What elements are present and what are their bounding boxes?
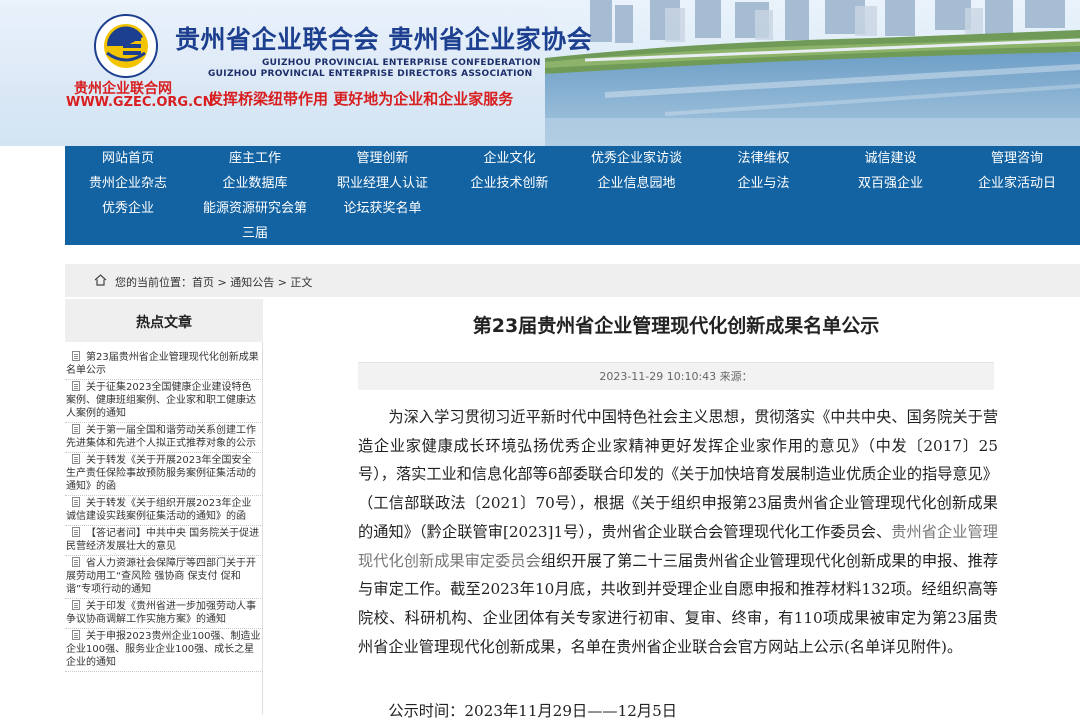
document-icon bbox=[72, 630, 80, 640]
nav-column-8: 管理咨询 企业家活动日 bbox=[954, 146, 1080, 245]
nav-link-main-work[interactable]: 座主工作 bbox=[191, 146, 319, 171]
nav-column-5: 优秀企业家访谈 企业信息园地 bbox=[573, 146, 700, 245]
document-icon bbox=[72, 424, 80, 434]
article-paragraph-1: 为深入学习贯彻习近平新时代中国特色社会主义思想，贯彻落实《中共中央、国务院关于营… bbox=[358, 403, 998, 661]
document-icon bbox=[72, 600, 80, 610]
nav-link-magazine[interactable]: 贵州企业杂志 bbox=[65, 171, 191, 196]
nav-column-7: 诚信建设 双百强企业 bbox=[827, 146, 954, 245]
org-name-cn: 贵州省企业联合会 贵州省企业家协会 bbox=[175, 25, 593, 54]
org-logo bbox=[94, 14, 158, 78]
slogan: 发挥桥梁纽带作用 更好地为企业和企业家服务 bbox=[208, 90, 514, 108]
org-name-en-1: GUIZHOU PROVINCIAL ENTERPRISE CONFEDERAT… bbox=[262, 58, 541, 68]
hot-article-item[interactable]: 关于转发《关于开展2023年全国安全生产责任保险事故预防服务案例征集活动的通知》… bbox=[65, 453, 263, 496]
nav-link-interviews[interactable]: 优秀企业家访谈 bbox=[573, 146, 700, 171]
site-banner: 贵州省企业联合会 贵州省企业家协会 GUIZHOU PROVINCIAL ENT… bbox=[0, 0, 1080, 146]
article-title: 第23届贵州省企业管理现代化创新成果名单公示 bbox=[472, 315, 880, 337]
nav-link-energy-research-cont[interactable]: 三届 bbox=[191, 221, 319, 246]
hot-articles-sidebar: 热点文章 第23届贵州省企业管理现代化创新成果名单公示 关于征集2023全国健康… bbox=[65, 299, 263, 714]
main-nav: 网站首页 贵州企业杂志 优秀企业 座主工作 企业数据库 能源资源研究会第 三届 … bbox=[65, 146, 1080, 245]
hot-articles-list: 第23届贵州省企业管理现代化创新成果名单公示 关于征集2023全国健康企业建设特… bbox=[65, 350, 263, 672]
nav-link-info-garden[interactable]: 企业信息园地 bbox=[573, 171, 700, 196]
nav-link-legal-rights[interactable]: 法律维权 bbox=[700, 146, 827, 171]
document-icon bbox=[72, 557, 80, 567]
hot-article-item[interactable]: 关于第一届全国和谐劳动关系创建工作先进集体和先进个人拟正式推荐对象的公示 bbox=[65, 423, 263, 453]
nav-column-3: 管理创新 职业经理人认证 论坛获奖名单 bbox=[319, 146, 446, 245]
nav-link-home[interactable]: 网站首页 bbox=[65, 146, 191, 171]
hot-article-item[interactable]: 第23届贵州省企业管理现代化创新成果名单公示 bbox=[65, 350, 263, 380]
hot-article-item[interactable]: 【答记者问】中共中央 国务院关于促进民营经济发展壮大的意见 bbox=[65, 526, 263, 556]
nav-link-forum-awards[interactable]: 论坛获奖名单 bbox=[319, 196, 446, 221]
document-icon bbox=[72, 381, 80, 391]
nav-link-tech-innovation[interactable]: 企业技术创新 bbox=[446, 171, 573, 196]
city-river-scene bbox=[545, 0, 1080, 146]
article-paragraph-2: 公示时间：2023年11月29日——12月5日 bbox=[388, 702, 677, 720]
nav-link-management-innovation[interactable]: 管理创新 bbox=[319, 146, 446, 171]
nav-link-entrepreneur-day[interactable]: 企业家活动日 bbox=[954, 171, 1080, 196]
nav-link-energy-research[interactable]: 能源资源研究会第 bbox=[191, 196, 319, 221]
hot-article-item[interactable]: 关于征集2023全国健康企业建设特色案例、健康班组案例、企业家和职工健康达人案例… bbox=[65, 380, 263, 423]
nav-link-culture[interactable]: 企业文化 bbox=[446, 146, 573, 171]
nav-link-integrity[interactable]: 诚信建设 bbox=[827, 146, 954, 171]
nav-link-consulting[interactable]: 管理咨询 bbox=[954, 146, 1080, 171]
document-icon bbox=[72, 527, 80, 537]
nav-link-manager-cert[interactable]: 职业经理人认证 bbox=[319, 171, 446, 196]
hot-article-item[interactable]: 关于申报2023贵州企业100强、制造业企业100强、服务业企业100强、成长之… bbox=[65, 629, 263, 672]
nav-column-2: 座主工作 企业数据库 能源资源研究会第 三届 bbox=[191, 146, 319, 245]
hot-article-item[interactable]: 关于印发《贵州省进一步加强劳动人事争议协商调解工作实施方案》的通知 bbox=[65, 599, 263, 629]
document-icon bbox=[72, 454, 80, 464]
nav-link-top-100[interactable]: 双百强企业 bbox=[827, 171, 954, 196]
site-url: WWW.GZEC.ORG.CN bbox=[66, 95, 214, 110]
nav-link-database[interactable]: 企业数据库 bbox=[191, 171, 319, 196]
nav-column-4: 企业文化 企业技术创新 bbox=[446, 146, 573, 245]
document-icon bbox=[72, 497, 80, 507]
breadcrumb: 您的当前位置：首页 > 通知公告 > 正文 bbox=[115, 276, 313, 289]
nav-column-6: 法律维权 企业与法 bbox=[700, 146, 827, 245]
nav-link-excellent-enterprise[interactable]: 优秀企业 bbox=[65, 196, 191, 221]
home-icon bbox=[94, 274, 107, 286]
article-meta: 2023-11-29 10:10:43 来源： bbox=[599, 370, 753, 383]
hot-article-item[interactable]: 省人力资源社会保障厅等四部门关于开展劳动用工“查风险 强协商 保支付 促和谐”专… bbox=[65, 556, 263, 599]
document-icon bbox=[72, 351, 80, 361]
sidebar-title: 热点文章 bbox=[136, 315, 192, 331]
hot-article-item[interactable]: 关于转发《关于组织开展2023年企业诚信建设实践案例征集活动的通知》的函 bbox=[65, 496, 263, 526]
nav-column-1: 网站首页 贵州企业杂志 优秀企业 bbox=[65, 146, 191, 245]
nav-link-enterprise-law[interactable]: 企业与法 bbox=[700, 171, 827, 196]
org-name-en-2: GUIZHOU PROVINCIAL ENTERPRISE DIRECTORS … bbox=[208, 69, 533, 79]
paragraph-1-part-a: 为深入学习贯彻习近平新时代中国特色社会主义思想，贯彻落实《中共中央、国务院关于营… bbox=[358, 408, 998, 541]
